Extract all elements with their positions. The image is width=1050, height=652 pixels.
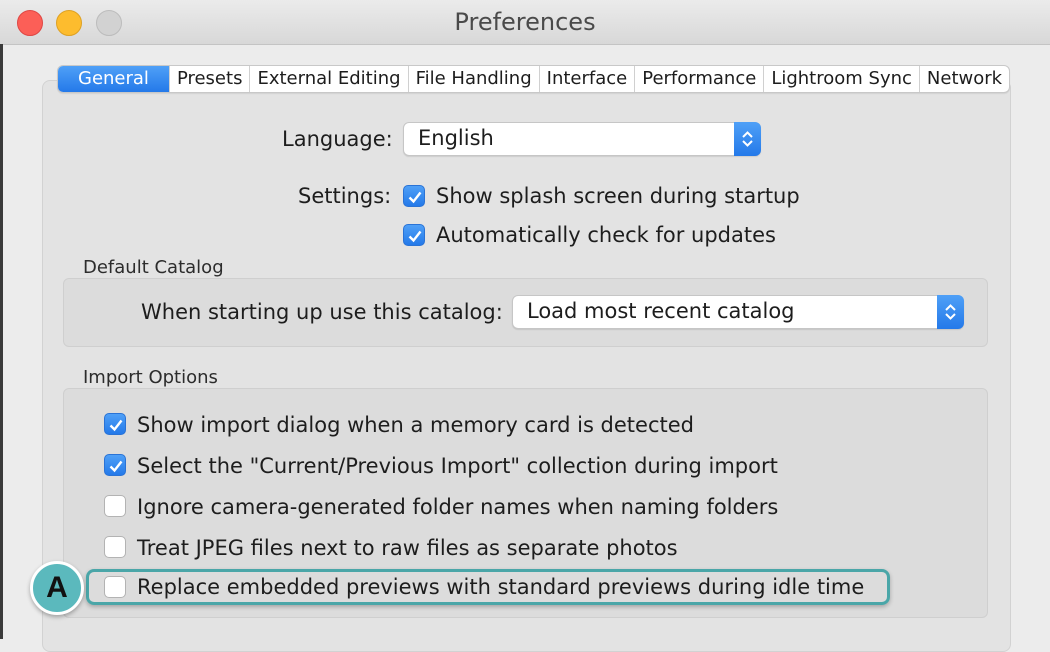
tab-network[interactable]: Network xyxy=(920,66,1009,92)
import-dialog-checkbox[interactable] xyxy=(104,413,126,435)
default-catalog-title: Default Catalog xyxy=(83,257,224,278)
tab-general[interactable]: General xyxy=(58,66,170,92)
catalog-select[interactable]: Load most recent catalog xyxy=(512,295,964,329)
tab-lightroom-sync[interactable]: Lightroom Sync xyxy=(764,66,920,92)
select-current-import-label: Select the "Current/Previous Import" col… xyxy=(137,454,778,478)
language-value: English xyxy=(418,126,494,150)
tab-interface[interactable]: Interface xyxy=(540,66,636,92)
chevron-updown-icon xyxy=(937,295,964,329)
splash-screen-label: Show splash screen during startup xyxy=(436,184,800,208)
catalog-label: When starting up use this catalog: xyxy=(141,300,503,324)
catalog-value: Load most recent catalog xyxy=(527,299,795,323)
tab-file-handling[interactable]: File Handling xyxy=(409,66,540,92)
ignore-folder-names-checkbox[interactable] xyxy=(104,495,126,517)
preferences-window: Preferences General Presets External Edi… xyxy=(0,0,1050,652)
replace-previews-label: Replace embedded previews with standard … xyxy=(137,575,865,599)
ignore-folder-names-label: Ignore camera-generated folder names whe… xyxy=(137,495,779,519)
chevron-updown-icon xyxy=(734,122,761,156)
annotation-badge: A xyxy=(30,561,84,615)
checkmark-icon xyxy=(109,419,123,432)
background-edge xyxy=(0,44,3,639)
tab-external-editing[interactable]: External Editing xyxy=(250,66,409,92)
checkmark-icon xyxy=(408,191,422,204)
splash-screen-checkbox[interactable] xyxy=(403,185,425,207)
tab-performance[interactable]: Performance xyxy=(635,66,765,92)
checkmark-icon xyxy=(408,230,422,243)
select-current-import-checkbox[interactable] xyxy=(104,454,126,476)
check-updates-label: Automatically check for updates xyxy=(436,223,776,247)
title-bar: Preferences xyxy=(0,0,1050,45)
import-options-title: Import Options xyxy=(83,367,218,388)
treat-jpeg-separate-checkbox[interactable] xyxy=(104,536,126,558)
settings-label: Settings: xyxy=(298,184,392,208)
window-title: Preferences xyxy=(454,8,596,36)
import-dialog-label: Show import dialog when a memory card is… xyxy=(137,413,694,437)
treat-jpeg-separate-label: Treat JPEG files next to raw files as se… xyxy=(137,536,678,560)
language-label: Language: xyxy=(282,127,393,151)
checkmark-icon xyxy=(109,460,123,473)
tab-bar: General Presets External Editing File Ha… xyxy=(57,65,1011,93)
tab-presets[interactable]: Presets xyxy=(170,66,251,92)
language-select[interactable]: English xyxy=(403,122,761,156)
check-updates-checkbox[interactable] xyxy=(403,224,425,246)
replace-previews-checkbox[interactable] xyxy=(104,576,126,598)
